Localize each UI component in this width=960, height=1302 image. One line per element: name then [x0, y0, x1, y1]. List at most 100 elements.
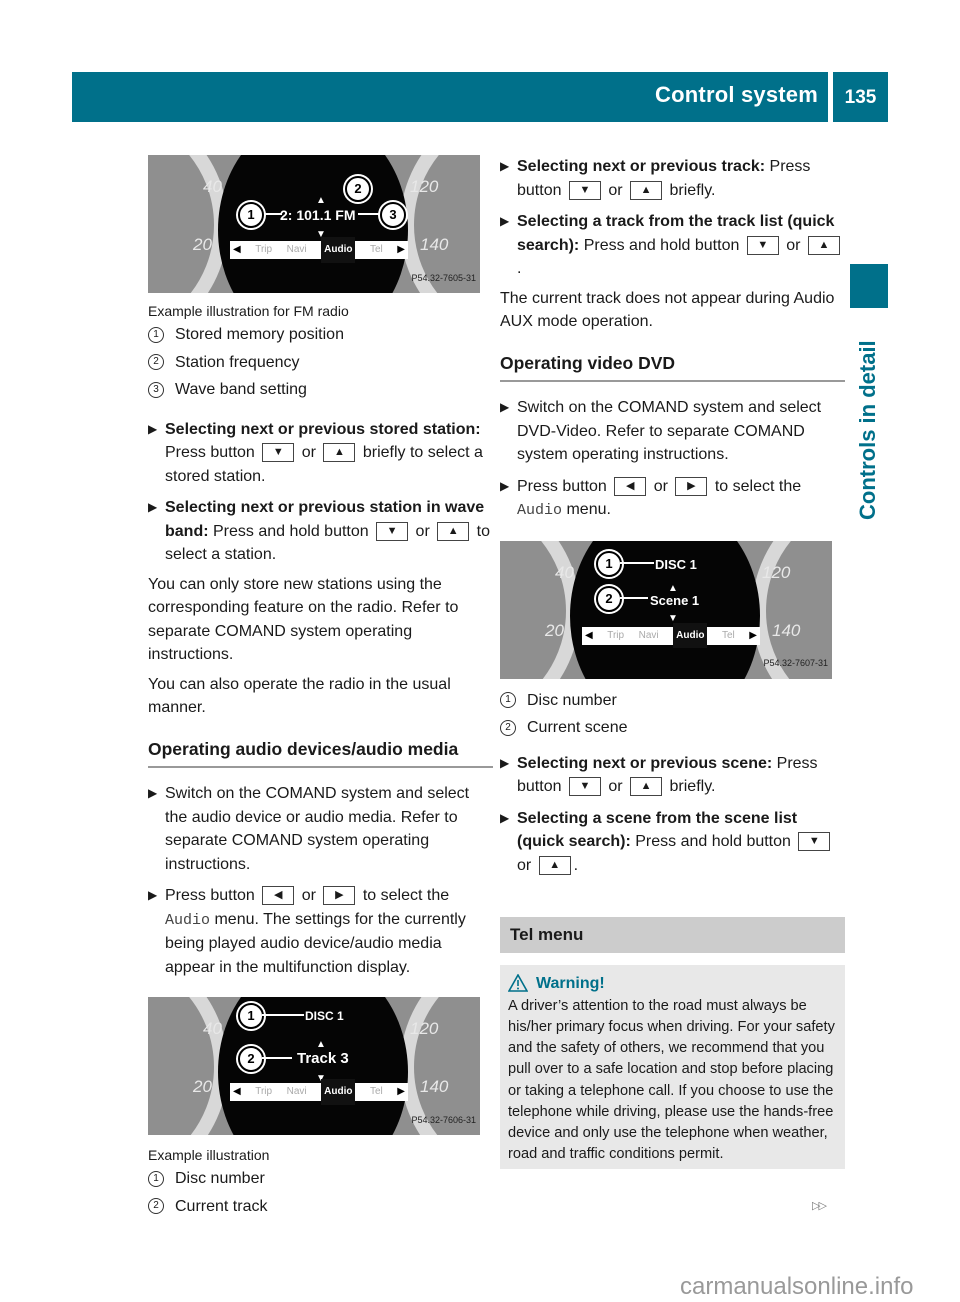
- step-text: .: [573, 856, 579, 874]
- step-text: briefly.: [665, 181, 716, 199]
- step-text: menu. The settings for the currently bei…: [165, 910, 466, 976]
- menu-item-trip: Trip: [607, 629, 625, 641]
- legend-item: 2 Current track: [148, 1195, 493, 1219]
- menu-item-audio: Audio: [321, 237, 356, 263]
- menu-item-audio: Audio: [321, 1079, 356, 1105]
- legend-item: 2 Station frequency: [148, 351, 493, 375]
- step-text: briefly.: [665, 778, 716, 795]
- right-button-icon: ▶: [675, 476, 708, 496]
- menu-item-tel: Tel: [721, 629, 735, 641]
- figure-code: P54.32-7607-31: [763, 658, 828, 668]
- menu-item-audio: Audio: [673, 622, 708, 649]
- step-text: Press button: [517, 477, 612, 495]
- legend-item: 3 Wave band setting: [148, 378, 493, 402]
- menu-name: Audio: [517, 502, 563, 519]
- right-button-icon: ▶: [323, 886, 356, 906]
- menu-item-tel: Tel: [369, 1086, 383, 1098]
- down-button-icon: ▼: [568, 777, 601, 797]
- legend-item: 2 Current scene: [500, 716, 845, 740]
- menu-item-trip: Trip: [255, 244, 273, 256]
- instruction-step: Selecting next or previous track: Press …: [500, 155, 845, 202]
- legend-label: Stored memory position: [175, 326, 344, 343]
- menu-right-arrow-icon: ▶: [397, 244, 405, 256]
- menu-left-arrow-icon: ◀: [233, 244, 241, 256]
- menu-item-tel: Tel: [369, 244, 383, 256]
- up-button-icon: ▲: [630, 777, 663, 797]
- page-number: 135: [833, 72, 888, 122]
- instruction-step: Press button ◀ or ▶ to select the Audio …: [148, 884, 493, 979]
- menu-left-arrow-icon: ◀: [233, 1086, 241, 1098]
- legend-number: 2: [148, 354, 164, 371]
- body-paragraph: The current track does not appear during…: [500, 289, 835, 331]
- legend-number: 1: [148, 326, 164, 343]
- body-paragraph: You can also operate the radio in the us…: [148, 675, 451, 717]
- step-text: or: [781, 236, 805, 254]
- step-text: Switch on the COMAND system and select t…: [165, 785, 470, 873]
- up-button-icon: ▲: [437, 521, 470, 541]
- speed-label: 140: [772, 620, 801, 640]
- instruction-step: Selecting a track from the track list (q…: [500, 210, 845, 281]
- speed-label: 40: [555, 562, 574, 582]
- display-menu-bar: ◀ Trip Navi Audio Tel ▶: [230, 1079, 408, 1105]
- step-text: or: [649, 477, 673, 495]
- callout-2: 2: [596, 585, 622, 612]
- down-button-icon: ▼: [376, 521, 409, 541]
- speed-label: 120: [762, 562, 791, 582]
- step-text: to select the: [358, 887, 450, 904]
- step-text: or: [603, 778, 628, 795]
- up-button-icon: ▲: [538, 855, 571, 875]
- warning-triangle-icon: [508, 974, 528, 992]
- legend-item: 1 Stored memory position: [148, 323, 493, 347]
- figure-code: P54.32-7605-31: [411, 272, 476, 283]
- callout-1: 1: [596, 550, 622, 577]
- callout-line: [358, 213, 382, 215]
- legend-label: Current scene: [527, 719, 628, 736]
- up-button-icon: ▲: [630, 180, 663, 200]
- speed-label: 20: [545, 620, 564, 640]
- section-heading: Operating video DVD: [500, 352, 845, 382]
- step-text: Press button: [165, 887, 260, 904]
- left-button-icon: ◀: [614, 476, 647, 496]
- step-text: Press and hold button: [208, 522, 374, 540]
- down-button-icon: ▼: [568, 180, 601, 200]
- chapter-title: Control system: [655, 82, 818, 107]
- step-text: menu.: [562, 501, 611, 518]
- menu-left-arrow-icon: ◀: [585, 629, 593, 641]
- speed-label: 40: [203, 177, 222, 196]
- instruction-step: Press button ◀ or ▶ to select the Audio …: [500, 475, 845, 523]
- legend-number: 1: [148, 1170, 164, 1187]
- legend-item: 1 Disc number: [500, 689, 845, 713]
- speed-label: 140: [420, 235, 449, 254]
- step-text: Press and hold button: [630, 833, 796, 850]
- menu-item-navi: Navi: [286, 1086, 307, 1098]
- speed-label: 20: [193, 235, 212, 254]
- up-button-icon: ▲: [807, 235, 840, 255]
- step-text: or: [517, 856, 536, 874]
- tel-menu-heading: Tel menu: [500, 917, 845, 953]
- menu-right-arrow-icon: ▶: [749, 629, 757, 641]
- watermark: carmanualsonline.info: [680, 1273, 914, 1300]
- display-menu-bar: ◀ Trip Navi Audio Tel ▶: [230, 237, 408, 263]
- step-title: Selecting next or previous scene:: [517, 754, 773, 772]
- step-text: or: [297, 444, 321, 461]
- instruction-step: Selecting next or previous stored statio…: [148, 418, 493, 489]
- speed-label: 120: [410, 177, 439, 196]
- step-title: Selecting next or previous track:: [517, 158, 766, 175]
- fm-radio-illustration: 40 20 120 140 ▲ 2: 101.1 FM ▼ 1 2 3 ◀ Tr…: [148, 155, 480, 293]
- down-button-icon: ▼: [262, 443, 295, 463]
- scene-illustration: 40 20 120 140 1 DISC 1 ▲ 2 Scene 1 ▼ ◀ T…: [500, 540, 832, 679]
- warning-title: Warning!: [536, 974, 605, 992]
- step-text: Switch on the COMAND system and select D…: [517, 399, 822, 463]
- callout-1: 1: [238, 1003, 264, 1029]
- display-menu-bar: ◀ Trip Navi Audio Tel ▶: [582, 622, 760, 649]
- callout-line: [262, 1057, 292, 1059]
- left-button-icon: ◀: [262, 886, 295, 906]
- legend-label: Current track: [175, 1197, 268, 1215]
- section-heading: Operating audio devices/audio media: [148, 738, 493, 768]
- down-button-icon: ▼: [746, 235, 779, 255]
- figure-caption: Example illustration for FM radio: [148, 303, 349, 319]
- callout-line: [262, 1014, 304, 1016]
- legend-number: 1: [500, 692, 516, 709]
- display-disc: DISC 1: [655, 556, 697, 572]
- step-text: or: [411, 522, 435, 540]
